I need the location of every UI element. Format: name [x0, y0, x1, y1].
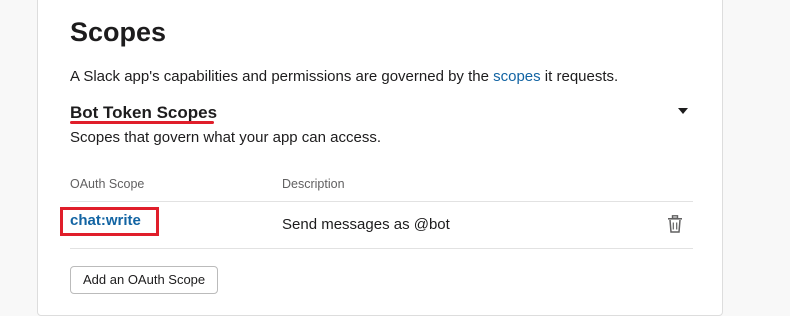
page-title: Scopes — [70, 17, 167, 47]
table-divider — [70, 248, 693, 249]
bot-token-scopes-description: Scopes that govern what your app can acc… — [70, 129, 382, 146]
intro-text-end: it requests. — [540, 68, 619, 85]
scopes-link[interactable]: scopes — [493, 68, 541, 85]
intro-text: A Slack app's capabilities and permissio… — [70, 68, 494, 85]
trash-icon[interactable] — [667, 215, 683, 233]
scope-name-chat-write[interactable]: chat:write — [70, 212, 141, 229]
scopes-intro: A Slack app's capabilities and permissio… — [70, 68, 618, 85]
column-header-oauth-scope: OAuth Scope — [70, 177, 145, 191]
collapse-caret-icon[interactable] — [678, 108, 688, 114]
scopes-card: Scopes A Slack app's capabilities and pe… — [37, 0, 723, 316]
table-divider — [70, 201, 693, 202]
column-header-description: Description — [282, 177, 345, 191]
scope-description: Send messages as @bot — [282, 216, 450, 233]
add-oauth-scope-button[interactable]: Add an OAuth Scope — [70, 266, 219, 294]
annotation-underline — [70, 121, 214, 124]
bot-token-scopes-heading: Bot Token Scopes — [70, 103, 218, 122]
